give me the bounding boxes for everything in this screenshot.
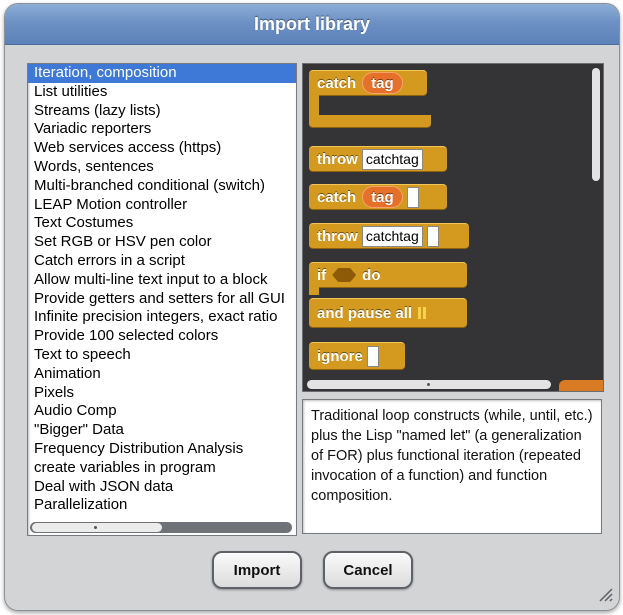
empty-input-slot [366, 345, 379, 367]
input-slot: catchtag [361, 225, 423, 247]
library-list-item[interactable]: Variadic reporters [28, 120, 296, 139]
scrollbar-thumb[interactable] [32, 523, 162, 532]
and-pause-all-block: and pause all [309, 298, 467, 328]
block-label: catch [317, 188, 357, 206]
ignore-block: ignore [309, 342, 405, 370]
library-list-item[interactable]: LEAP Motion controller [28, 196, 296, 215]
library-list-item[interactable]: List utilities [28, 83, 296, 102]
library-list-item[interactable]: Frequency Distribution Analysis [28, 440, 296, 459]
library-list-item[interactable]: Iteration, composition [28, 64, 296, 83]
library-list-item[interactable]: Pixels [28, 384, 296, 403]
boolean-slot [332, 268, 357, 282]
library-list-item[interactable]: Catch errors in a script [28, 252, 296, 271]
library-list-item[interactable]: Provide 100 selected colors [28, 327, 296, 346]
block-label: ignore [317, 347, 363, 365]
partial-block [559, 380, 603, 391]
block-label: catch [317, 74, 357, 92]
library-list-item[interactable]: Text to speech [28, 346, 296, 365]
library-list-item[interactable]: Multi-branched conditional (switch) [28, 177, 296, 196]
library-list-item[interactable]: Allow multi-line text input to a block [28, 271, 296, 290]
library-list-item[interactable]: Web services access (https) [28, 139, 296, 158]
library-list-item[interactable]: Provide getters and setters for all GUI [28, 290, 296, 309]
block-label: if [317, 266, 327, 284]
library-preview: catch tag throw catchtag catch tag throw… [302, 63, 604, 392]
block-label: throw [317, 227, 358, 245]
if-do-block: if do [309, 262, 467, 288]
import-library-dialog: Import library Iteration, composition Lis… [4, 3, 620, 611]
library-list-item[interactable]: Infinite precision integers, exact ratio [28, 308, 296, 327]
block-label: and pause all [317, 304, 413, 322]
input-slot: catchtag [361, 148, 423, 170]
c-slot-arm [309, 285, 319, 295]
empty-input-slot [406, 186, 419, 208]
library-description: Traditional loop constructs (while, unti… [302, 399, 602, 534]
throw-value-block: throw catchtag [309, 223, 469, 249]
block-label: do [362, 266, 381, 284]
dialog-title: Import library [253, 13, 371, 34]
library-list-horizontal-scrollbar[interactable] [30, 522, 292, 533]
library-list-item[interactable]: Streams (lazy lists) [28, 102, 296, 121]
preview-horizontal-scrollbar[interactable] [307, 380, 551, 389]
library-list-item[interactable]: Parallelization [28, 496, 296, 515]
preview-vertical-scrollbar[interactable] [592, 68, 600, 181]
library-list[interactable]: Iteration, composition List utilities Stre… [27, 63, 297, 536]
library-list-item[interactable]: Animation [28, 365, 296, 384]
library-list-item[interactable]: "Bigger" Data [28, 421, 296, 440]
throw-block: throw catchtag [309, 146, 447, 172]
cancel-button[interactable]: Cancel [323, 551, 413, 589]
library-list-item[interactable]: Text Costumes [28, 214, 296, 233]
c-slot-arm [309, 90, 319, 115]
catch-block: catch tag [309, 70, 427, 96]
dialog-titlebar[interactable]: Import library [5, 4, 619, 45]
library-list-item[interactable]: Set RGB or HSV pen color [28, 233, 296, 252]
pause-icon [418, 307, 427, 319]
c-slot-foot [309, 115, 431, 128]
block-label: throw [317, 150, 358, 168]
empty-input-slot [426, 225, 439, 247]
library-list-item[interactable]: Deal with JSON data [28, 478, 296, 497]
upvar-tag: tag [362, 186, 403, 208]
import-button[interactable]: Import [212, 551, 302, 589]
library-list-item[interactable]: Audio Comp [28, 402, 296, 421]
library-list-item[interactable]: Words, sentences [28, 158, 296, 177]
library-list-item[interactable]: create variables in program [28, 459, 296, 478]
resize-handle-icon[interactable] [597, 586, 613, 602]
catch-reporter-block: catch tag [309, 184, 447, 210]
upvar-tag: tag [362, 72, 403, 94]
